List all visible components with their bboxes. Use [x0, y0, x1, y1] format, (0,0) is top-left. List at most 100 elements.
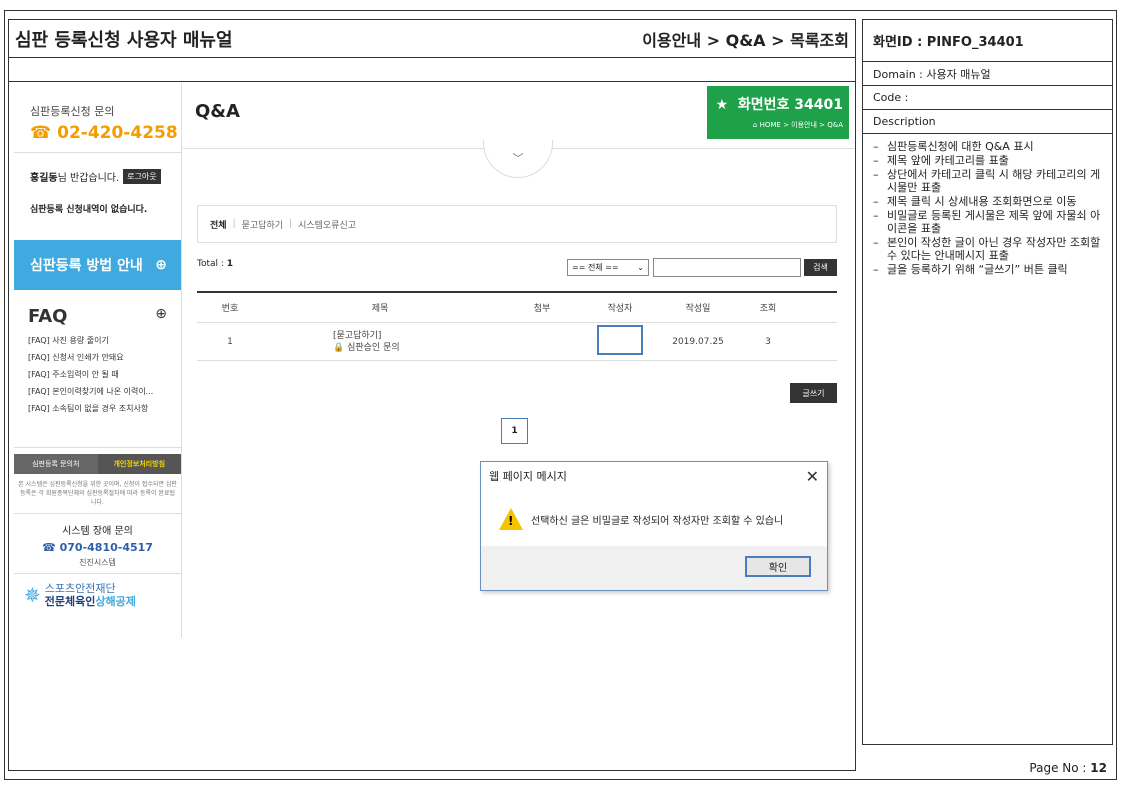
- dialog-message: 선택하신 글은 비밀글로 작성되어 작성자만 조회할 수 있습니: [531, 515, 784, 527]
- description-item: – 비밀글로 등록된 게시물은 제목 앞에 자물쇠 아이콘을 표출: [873, 209, 1101, 235]
- faq-item[interactable]: [FAQ] 본인이력찾기에 나온 이력이...: [28, 386, 181, 397]
- greeting-text: 님 반갑습니다.: [57, 173, 120, 184]
- table-row[interactable]: 1 [묻고답하기] 🔒 심판승인 문의 2019.07.25 3: [197, 323, 837, 361]
- user-name: 홍길동: [30, 173, 58, 184]
- category-error[interactable]: 시스템오류신고: [298, 218, 356, 231]
- search-input[interactable]: [653, 258, 801, 277]
- dialog-header: 웹 페이지 메시지 ✕: [481, 462, 827, 490]
- spec-description-label: Description: [863, 110, 1112, 134]
- description-item: – 제목 클릭 시 상세내용 조회화면으로 이동: [873, 195, 1077, 208]
- writer-highlight: [597, 325, 643, 355]
- warning-icon: !: [499, 508, 523, 530]
- dialog-title: 웹 페이지 메시지: [489, 470, 567, 483]
- user-block: 홍길동님 반갑습니다. 로그아웃 심판등록 신청내역이 없습니다.: [14, 153, 181, 240]
- doc-title: 심판 등록신청 사용자 매뉴얼: [15, 29, 233, 51]
- col-no: 번호: [221, 304, 239, 314]
- breadcrumb: HOME > 이용안내 > Q&A: [759, 121, 843, 129]
- spec-panel: 화면ID : PINFO_34401 Domain : 사용자 매뉴얼 Code…: [862, 19, 1113, 745]
- row-category: [묻고답하기]: [333, 330, 382, 341]
- row-subject-text: 심판승인 문의: [347, 342, 400, 353]
- faq-header: FAQ ⊕: [28, 306, 181, 327]
- spec-code: Code :: [863, 86, 1112, 110]
- logo-top-text: 스포츠안전재단: [44, 582, 116, 595]
- faq-item[interactable]: [FAQ] 소속팀이 없을 경우 조치사항: [28, 403, 181, 414]
- tab-contact[interactable]: 심판등록 문의처: [14, 454, 98, 474]
- total-count: Total : 1: [197, 259, 234, 269]
- chevron-down-icon: ⌄: [637, 263, 644, 272]
- logo-bottom-text: 전문체육인상해공제: [44, 595, 136, 608]
- message-dialog: 웹 페이지 메시지 ✕ ! 선택하신 글은 비밀글로 작성되어 작성자만 조회할…: [480, 461, 828, 591]
- page-title: Q&A: [195, 101, 240, 122]
- description-item: – 상단에서 카테고리 클릭 시 해당 카테고리의 게시물만 표출: [873, 168, 1101, 194]
- close-icon[interactable]: ✕: [806, 467, 819, 486]
- col-attach: 첨부: [533, 304, 551, 314]
- ok-button[interactable]: 확인: [745, 556, 811, 577]
- no-apply-text: 심판등록 신청내역이 없습니다.: [30, 205, 148, 215]
- greeting: 홍길동님 반갑습니다. 로그아웃: [30, 169, 181, 184]
- contact-label: 심판등록신청 문의: [30, 105, 115, 118]
- home-icon: ⌂: [752, 121, 758, 129]
- system-contact-label: 시스템 장애 문의: [62, 526, 133, 537]
- description-item: – 본인이 작성한 글이 아닌 경우 작성자만 조회할 수 있다는 안내메시지 표…: [873, 236, 1101, 262]
- col-views: 조회: [759, 304, 777, 314]
- faq-item[interactable]: [FAQ] 주소입력이 안 될 때: [28, 369, 181, 380]
- search-button[interactable]: 검색: [804, 259, 837, 276]
- doc-path: 이용안내 > Q&A > 목록조회: [642, 30, 849, 50]
- table-header: 번호 제목 첨부 작성자 작성일 조회: [197, 293, 837, 323]
- category-qna[interactable]: 묻고답하기: [242, 218, 283, 231]
- col-writer: 작성자: [607, 304, 633, 314]
- category-filter: 전체 | 묻고답하기 | 시스템오류신고: [197, 205, 837, 243]
- col-date: 작성일: [685, 304, 711, 314]
- contact-phone: ☎ 02-420-4258: [30, 123, 181, 143]
- doc-subbar: [9, 58, 855, 82]
- faq-block: FAQ ⊕ [FAQ] 사진 용량 줄이기 [FAQ] 신청서 인쇄가 안돼요 …: [14, 290, 181, 448]
- col-subject: 제목: [371, 304, 389, 314]
- star-icon: ★: [715, 97, 729, 113]
- chevron-down-icon[interactable]: ﹀: [483, 140, 553, 178]
- select-value: == 전체 ==: [572, 263, 619, 272]
- row-subject[interactable]: [묻고답하기] 🔒 심판승인 문의: [263, 330, 497, 354]
- phone-icon: ☎: [42, 541, 56, 554]
- screen-number-badge: ★ 화면번호 34401 ⌂ HOME > 이용안내 > Q&A: [707, 86, 849, 139]
- page-number: Page No : 12: [1029, 761, 1107, 775]
- tab-privacy[interactable]: 개인정보처리방침: [97, 454, 181, 474]
- row-no: 1: [227, 336, 233, 347]
- description-item: – 제목 앞에 카테고리를 표출: [873, 154, 1009, 167]
- guide-link[interactable]: 심판등록 방법 안내 ⊕: [14, 240, 181, 290]
- plus-circle-icon[interactable]: ⊕: [155, 306, 167, 327]
- system-company: 진진시스템: [79, 558, 116, 567]
- sidebar: 심판등록신청 문의 ☎ 02-420-4258 홍길동님 반갑습니다. 로그아웃…: [14, 83, 182, 638]
- spec-domain: Domain : 사용자 매뉴얼: [863, 62, 1112, 86]
- guide-label: 심판등록 방법 안내: [30, 258, 143, 274]
- write-button[interactable]: 글쓰기: [790, 383, 837, 403]
- row-views: 3: [765, 336, 771, 347]
- screen-number: 화면번호 34401: [737, 97, 843, 113]
- faq-list: [FAQ] 사진 용량 줄이기 [FAQ] 신청서 인쇄가 안돼요 [FAQ] …: [28, 335, 181, 414]
- qna-table: 번호 제목 첨부 작성자 작성일 조회 1 [묻고답하기] 🔒 심판승인 문의 …: [197, 291, 837, 361]
- category-all[interactable]: 전체: [210, 218, 227, 231]
- phone-icon: ☎: [30, 123, 52, 143]
- faq-item[interactable]: [FAQ] 신청서 인쇄가 안돼요: [28, 352, 181, 363]
- doc-header: 심판 등록신청 사용자 매뉴얼 이용안내 > Q&A > 목록조회: [9, 20, 855, 58]
- dialog-footer: 확인: [481, 546, 827, 590]
- sidebar-note: 본 시스템은 심판등록신청을 위한 곳이며, 신청이 접수되면 심판등록은 각 …: [14, 474, 181, 514]
- sidebar-tabs: 심판등록 문의처 개인정보처리방침: [14, 454, 181, 474]
- system-phone: ☎ 070-4810-4517: [14, 541, 181, 554]
- description-item: – 글을 등록하기 위해 “글쓰기” 버튼 클릭: [873, 263, 1068, 276]
- contact-phone-number: 02-420-4258: [57, 123, 178, 143]
- row-writer: [587, 325, 653, 358]
- description-list: – 심판등록신청에 대한 Q&A 표시 – 제목 앞에 카테고리를 표출 – 상단에서…: [863, 134, 1112, 276]
- system-contact: 시스템 장애 문의 ☎ 070-4810-4517 진진시스템: [14, 514, 181, 574]
- page-button[interactable]: 1: [501, 418, 528, 444]
- logout-button[interactable]: 로그아웃: [123, 169, 161, 184]
- faq-item[interactable]: [FAQ] 사진 용량 줄이기: [28, 335, 181, 346]
- system-phone-number: 070-4810-4517: [59, 541, 153, 554]
- description-item: – 심판등록신청에 대한 Q&A 표시: [873, 140, 1034, 153]
- lock-icon: 🔒: [333, 342, 345, 353]
- search-type-select[interactable]: == 전체 == ⌄: [567, 259, 649, 276]
- stars-logo-icon: ✵: [24, 583, 41, 607]
- foundation-logo[interactable]: ✵ 스포츠안전재단 전문체육인상해공제: [14, 574, 181, 608]
- contact-block: 심판등록신청 문의 ☎ 02-420-4258: [14, 83, 181, 153]
- screen-id: 화면ID : PINFO_34401: [863, 20, 1112, 62]
- dialog-body: ! 선택하신 글은 비밀글로 작성되어 작성자만 조회할 수 있습니: [481, 490, 827, 530]
